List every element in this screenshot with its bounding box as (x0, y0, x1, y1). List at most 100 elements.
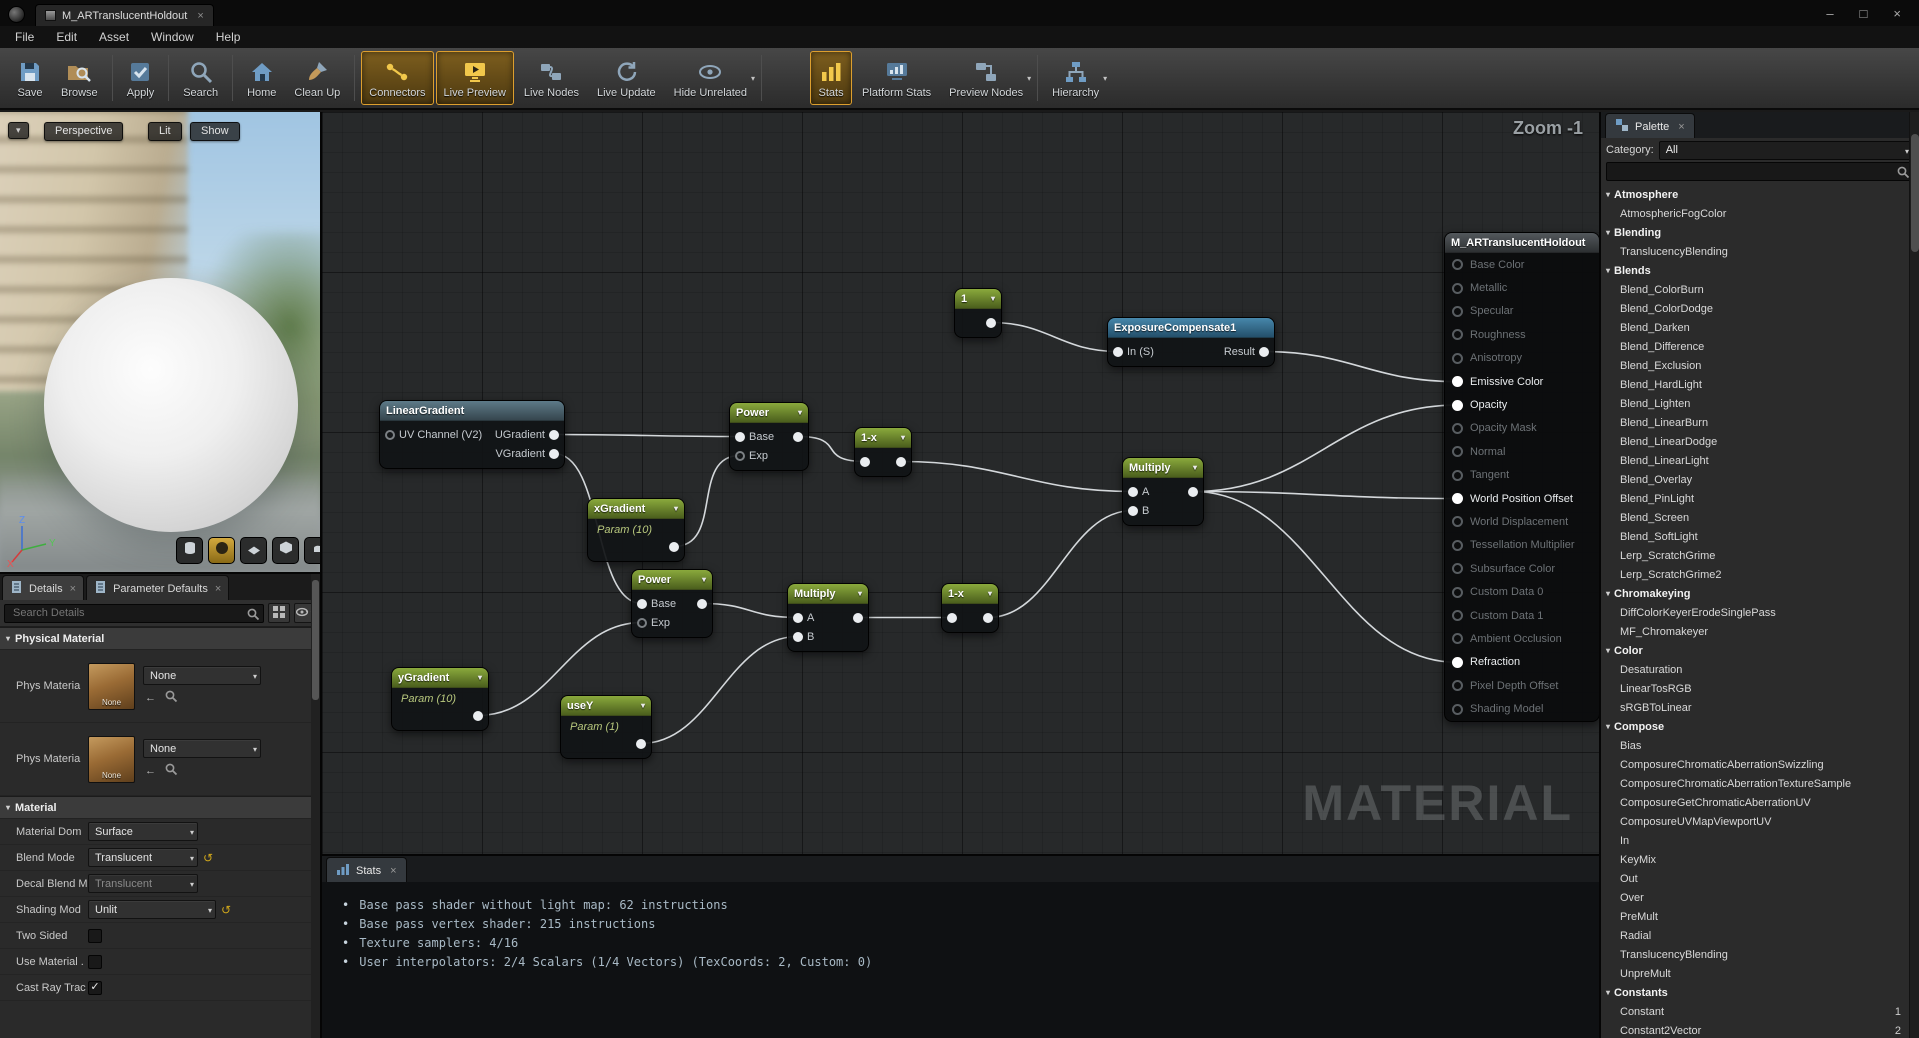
result-pin-ambient-occlusion[interactable]: Ambient Occlusion (1445, 627, 1599, 650)
tab-details[interactable]: Details × (2, 575, 84, 600)
node-header[interactable]: xGradient▾ (588, 499, 684, 519)
node-pin[interactable] (1128, 487, 1138, 497)
chevron-down-icon[interactable]: ▾ (798, 408, 802, 417)
node-pin[interactable] (1452, 680, 1463, 691)
result-pin-custom-data-1[interactable]: Custom Data 1 (1445, 604, 1599, 627)
asset-thumbnail[interactable]: None (88, 736, 135, 783)
chevron-down-icon[interactable]: ▾ (991, 294, 995, 303)
node-pin[interactable] (1452, 704, 1463, 715)
palette-group-constants[interactable]: ▾Constants (1601, 983, 1909, 1002)
chevron-down-icon[interactable]: ▾ (988, 589, 992, 598)
graph-node-power[interactable]: Power▾BaseExp (729, 402, 809, 471)
node-pin[interactable] (637, 618, 647, 628)
node-pin[interactable] (473, 711, 483, 721)
material-graph[interactable]: Zoom -1 MATERIAL 1▾ExposureCompensate1In… (322, 112, 1599, 854)
node-pin[interactable] (1452, 493, 1463, 504)
graph-node-ygradient[interactable]: yGradient▾Param (10) (391, 667, 489, 731)
palette-item-composuregetchromaticaberrationuv[interactable]: ComposureGetChromaticAberrationUV (1601, 793, 1909, 812)
graph-node-exposurecompensate1[interactable]: ExposureCompensate1In (S)Result (1107, 317, 1275, 367)
preview-mesh-teapot-button[interactable] (304, 537, 320, 564)
menu-help[interactable]: Help (205, 28, 252, 46)
minimize-button[interactable]: – (1826, 6, 1833, 21)
two-sided-checkbox[interactable] (88, 929, 102, 943)
toolbar-preview-nodes-button[interactable]: Preview Nodes▾ (941, 51, 1031, 105)
node-pin[interactable] (853, 613, 863, 623)
toolbar-hierarchy-button[interactable]: Hierarchy▾ (1044, 51, 1107, 105)
result-pin-world-displacement[interactable]: World Displacement (1445, 510, 1599, 533)
chevron-down-icon[interactable]: ▾ (702, 575, 706, 584)
palette-item-composurechromaticaberrationswizzling[interactable]: ComposureChromaticAberrationSwizzling (1601, 755, 1909, 774)
close-icon[interactable]: × (390, 865, 396, 877)
result-pin-base-color[interactable]: Base Color (1445, 253, 1599, 276)
node-pin[interactable] (986, 318, 996, 328)
preview-mesh-cube-button[interactable] (272, 537, 299, 564)
details-scrollbar[interactable] (311, 574, 320, 1038)
chevron-down-icon[interactable]: ▾ (641, 701, 645, 710)
preview-viewport[interactable]: ▾ Perspective Lit Show Z Y X (0, 112, 320, 572)
section-header-material[interactable]: ▾Material (0, 796, 320, 819)
node-header[interactable]: Power▾ (730, 403, 808, 423)
toolbar-platform-stats-button[interactable]: Platform Stats (854, 51, 939, 105)
palette-item-radial[interactable]: Radial (1601, 926, 1909, 945)
node-pin[interactable] (1452, 470, 1463, 481)
result-pin-normal[interactable]: Normal (1445, 440, 1599, 463)
palette-item-constant2vector[interactable]: Constant2Vector2 (1601, 1021, 1909, 1038)
node-header[interactable]: useY▾ (561, 696, 651, 716)
node-header[interactable]: Multiply▾ (1123, 458, 1203, 478)
palette-item-lerp-scratchgrime[interactable]: Lerp_ScratchGrime (1601, 546, 1909, 565)
toolbar-save-button[interactable]: Save (9, 51, 51, 105)
node-pin[interactable] (793, 632, 803, 642)
node-pin[interactable] (1452, 329, 1463, 340)
palette-item-composureuvmapviewportuv[interactable]: ComposureUVMapViewportUV (1601, 812, 1909, 831)
graph-node-multiply[interactable]: Multiply▾AB (787, 583, 869, 652)
node-pin[interactable] (1452, 610, 1463, 621)
shading-mod-dropdown[interactable]: Unlit▾ (88, 900, 216, 919)
reset-to-default-icon[interactable]: ↺ (203, 851, 213, 865)
palette-item-constant[interactable]: Constant1 (1601, 1002, 1909, 1021)
reset-to-default-icon[interactable]: ↺ (221, 903, 231, 917)
blend-mode-dropdown[interactable]: Translucent▾ (88, 848, 198, 867)
asset-dropdown[interactable]: None▾ (143, 739, 261, 758)
palette-item-in[interactable]: In (1601, 831, 1909, 850)
chevron-down-icon[interactable]: ▾ (1193, 463, 1197, 472)
use-selected-icon[interactable]: ← (145, 765, 156, 777)
material-dom-dropdown[interactable]: Surface▾ (88, 822, 198, 841)
node-pin[interactable] (896, 457, 906, 467)
asset-thumbnail[interactable]: None (88, 663, 135, 710)
cast-ray-trac-checkbox[interactable]: ✓ (88, 981, 102, 995)
palette-item-bias[interactable]: Bias (1601, 736, 1909, 755)
use-material-checkbox[interactable] (88, 955, 102, 969)
graph-node-m-artranslucentholdout-result[interactable]: M_ARTranslucentHoldoutBase ColorMetallic… (1444, 232, 1599, 722)
palette-group-blending[interactable]: ▾Blending (1601, 223, 1909, 242)
palette-item-diffcolorkeyererodesinglepass[interactable]: DiffColorKeyerErodeSinglePass (1601, 603, 1909, 622)
chevron-down-icon[interactable]: ▾ (478, 673, 482, 682)
graph-node-xgradient[interactable]: xGradient▾Param (10) (587, 498, 685, 562)
menu-file[interactable]: File (4, 28, 45, 46)
node-header[interactable]: Power▾ (632, 570, 712, 590)
node-pin[interactable] (1128, 506, 1138, 516)
palette-item-out[interactable]: Out (1601, 869, 1909, 888)
node-pin[interactable] (1452, 283, 1463, 294)
result-pin-specular[interactable]: Specular (1445, 300, 1599, 323)
graph-node-1-x[interactable]: 1-x▾ (941, 583, 999, 633)
palette-item-keymix[interactable]: KeyMix (1601, 850, 1909, 869)
chevron-down-icon[interactable]: ▾ (751, 74, 755, 83)
node-header[interactable]: 1▾ (955, 289, 1001, 309)
chevron-down-icon[interactable]: ▾ (858, 589, 862, 598)
toolbar-home-button[interactable]: Home (239, 51, 284, 105)
node-pin[interactable] (735, 432, 745, 442)
close-icon[interactable]: × (70, 583, 76, 595)
palette-item-blend-softlight[interactable]: Blend_SoftLight (1601, 527, 1909, 546)
node-header[interactable]: 1-x▾ (855, 428, 911, 448)
tab-parameter-defaults[interactable]: Parameter Defaults × (86, 575, 229, 600)
preview-mesh-plane-button[interactable] (240, 537, 267, 564)
result-pin-pixel-depth-offset[interactable]: Pixel Depth Offset (1445, 674, 1599, 697)
palette-item-mf-chromakeyer[interactable]: MF_Chromakeyer (1601, 622, 1909, 641)
viewport-options-button[interactable]: ▾ (8, 122, 29, 139)
node-pin[interactable] (1452, 587, 1463, 598)
palette-item-blend-colordodge[interactable]: Blend_ColorDodge (1601, 299, 1909, 318)
asset-dropdown[interactable]: None▾ (143, 666, 261, 685)
node-pin[interactable] (697, 599, 707, 609)
node-header[interactable]: LinearGradient (380, 401, 564, 421)
node-pin[interactable] (1452, 516, 1463, 527)
